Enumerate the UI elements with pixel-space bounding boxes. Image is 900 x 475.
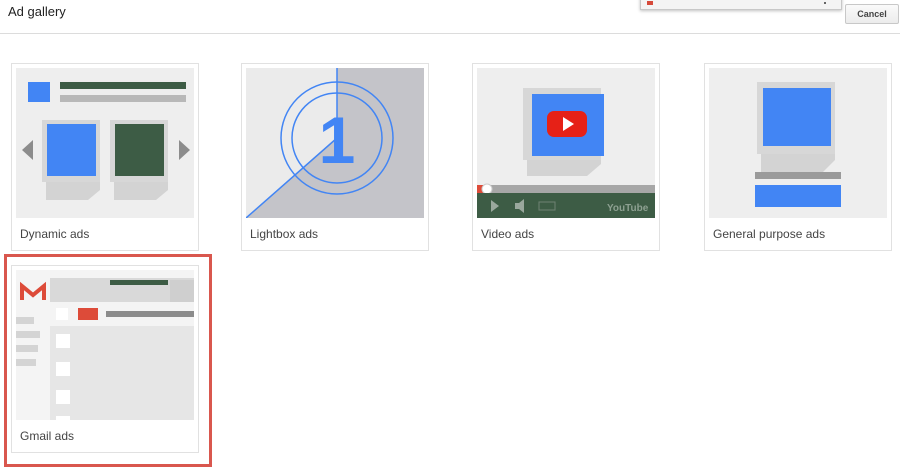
card-video-ads[interactable]: YouTube Video ads <box>472 63 660 251</box>
cancel-button[interactable]: Cancel <box>845 4 899 24</box>
dynamic-ads-thumbnail <box>16 68 194 218</box>
card-label-general-purpose-ads: General purpose ads <box>713 227 826 241</box>
card-general-purpose-ads[interactable]: General purpose ads <box>704 63 892 251</box>
lightbox-ads-thumbnail: 1 <box>246 68 424 218</box>
youtube-logo-text: YouTube <box>607 203 649 214</box>
card-dynamic-ads[interactable]: Dynamic ads <box>11 63 199 251</box>
lightbox-numeral: 1 <box>319 103 356 177</box>
card-label-dynamic-ads: Dynamic ads <box>20 227 90 241</box>
card-label-video-ads: Video ads <box>481 227 535 241</box>
popup-marker-icon <box>647 1 653 5</box>
popup-dot-icon <box>824 2 826 4</box>
selection-highlight <box>4 254 212 467</box>
dialog-title: Ad gallery <box>8 4 66 19</box>
overlay-popup <box>640 0 842 10</box>
dialog-header: Ad gallery Cancel <box>0 0 900 34</box>
general-purpose-ads-thumbnail <box>709 68 887 218</box>
video-ads-thumbnail: YouTube <box>477 68 655 218</box>
card-lightbox-ads[interactable]: 1 Lightbox ads <box>241 63 429 251</box>
card-label-lightbox-ads: Lightbox ads <box>250 227 319 241</box>
